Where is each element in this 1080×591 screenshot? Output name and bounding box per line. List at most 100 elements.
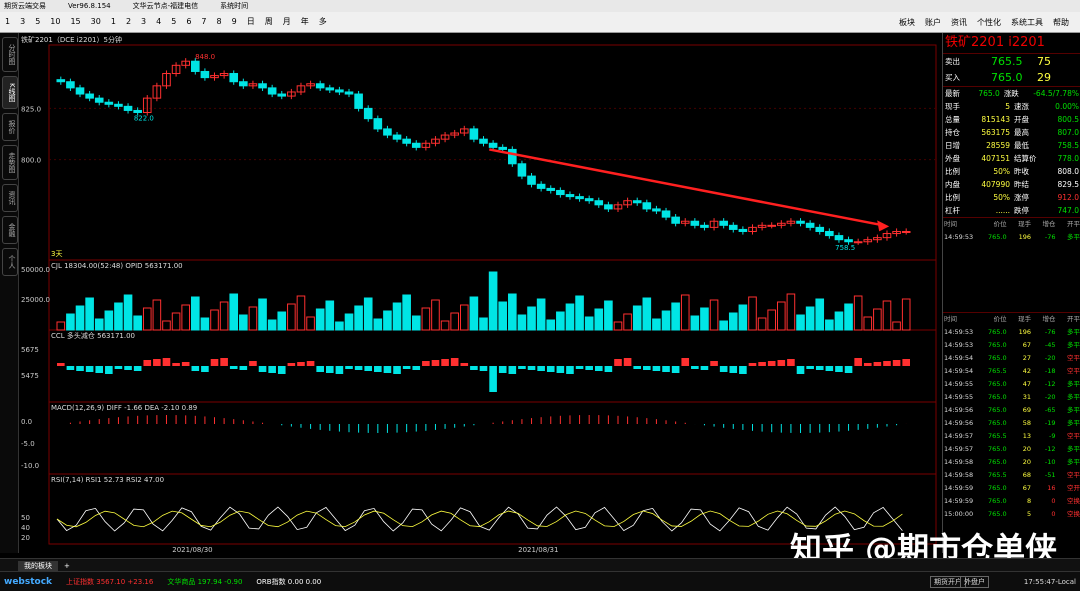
server-label: 文华云节点-福建电信 [133,1,199,11]
stat-row: 日增28559最低758.5 [943,139,1080,152]
ccl-bar [557,366,565,373]
tab-my-board[interactable]: 我的板块 [18,561,58,571]
menu-item-2[interactable]: 资讯 [946,14,972,32]
toolbar-button-6[interactable]: 1 [106,13,121,31]
toolbar-button-13[interactable]: 8 [212,13,227,31]
volume-bar [76,306,84,330]
side-tab-6[interactable]: 个人 [2,248,18,276]
volume-bar [460,305,468,330]
volume-bar [288,304,296,330]
trade-cell: 196 [1008,326,1032,339]
ccl-bar [441,359,449,366]
rsi-tick: 20 [21,534,30,542]
toolbar-button-7[interactable]: 2 [121,13,136,31]
kline-chart[interactable]: 铁矿2201（DCE i2201）5分钟825.0800.0848.0822.0… [19,33,941,553]
toolbar-button-16[interactable]: 周 [260,13,278,31]
volume-bar [153,300,161,330]
toolbar-button-2[interactable]: 5 [30,13,45,31]
ccl-bar [115,366,123,369]
toolbar-button-4[interactable]: 15 [65,13,85,31]
ccl-bar [883,361,891,366]
candle-body [403,139,411,143]
stat-cell: 涨跌 [1002,87,1031,100]
candle-body [835,236,843,240]
volume-bar [316,309,324,330]
trade-cell: 现手 [1008,313,1032,326]
toolbar-button-8[interactable]: 3 [136,13,151,31]
toolbar-button-3[interactable]: 10 [45,13,65,31]
side-tab-0[interactable]: 分时图 [2,37,18,72]
volume-bar [412,316,420,330]
toolbar-button-1[interactable]: 3 [15,13,30,31]
toolbar-button-17[interactable]: 月 [278,13,296,31]
trade-cell: 价位 [983,313,1007,326]
toolbar-button-11[interactable]: 6 [181,13,196,31]
ccl-bar [787,359,795,366]
ccl-bar [643,366,651,370]
candle-body [528,176,536,184]
ask-row[interactable]: 卖出 765.5 75 [943,53,1080,70]
toolbar-button-18[interactable]: 年 [296,13,314,31]
add-tab-button[interactable]: + [58,562,76,570]
stat-cell: 跌停 [1012,204,1047,217]
volume-bar [95,319,103,330]
toolbar-button-9[interactable]: 4 [151,13,166,31]
trade-cell: 多平 [1057,339,1080,352]
foreign-account-button[interactable]: 外盘户 [960,576,989,588]
volume-bar [633,306,641,330]
trade-cell: 开平 [1057,218,1080,231]
candle-body [845,240,853,242]
toolbar-button-10[interactable]: 5 [166,13,181,31]
stat-row: 现手5速涨0.00% [943,100,1080,113]
macd-tick: -10.0 [21,462,39,470]
ccl-bar [499,366,507,373]
bid-row[interactable]: 买入 765.0 29 [943,70,1080,87]
menu-item-0[interactable]: 板块 [894,14,920,32]
volume-bar [826,320,834,330]
chart-area[interactable]: 铁矿2201（DCE i2201）5分钟825.0800.0848.0822.0… [19,33,941,553]
ccl-bar [134,366,142,371]
stat-cell: 总量 [943,113,978,126]
ccl-bar [124,366,132,370]
side-tab-1[interactable]: K线图 [2,76,18,109]
toolbar-button-15[interactable]: 日 [242,13,260,31]
ccl-header: CCL 多头减仓 563171.00 [51,331,135,340]
volume-bar [259,299,267,330]
volume-bar [797,315,805,330]
toolbar-button-5[interactable]: 30 [86,13,106,31]
volume-bar [778,302,786,330]
ccl-bar [758,362,766,366]
trade-cell: 765.0 [983,508,1007,521]
menu-item-1[interactable]: 账户 [920,14,946,32]
volume-bar [364,298,372,330]
toolbar-button-19[interactable]: 多 [314,13,332,31]
trade-row: 14:59:53765.067-45多平 [943,339,1080,352]
menu-item-3[interactable]: 个性化 [972,14,1006,32]
trade-cell: 20 [1008,456,1032,469]
stat-cell: -64.5/7.78% [1031,87,1080,100]
volume-bar [374,319,382,330]
menu-item-5[interactable]: 帮助 [1048,14,1074,32]
toolbar-button-0[interactable]: 1 [0,13,15,31]
ccl-bar [432,360,440,366]
ccl-bar [76,366,84,371]
trade-cell: 20 [1008,443,1032,456]
side-tab-3[interactable]: 走势图 [2,145,18,180]
toolbar-button-12[interactable]: 7 [196,13,211,31]
trade-cell: 765.5 [983,365,1007,378]
stat-cell: 最低 [1012,139,1047,152]
ccl-bar [902,359,910,366]
side-tab-4[interactable]: 资讯 [2,184,18,212]
trade-cell: 14:59:57 [943,430,983,443]
toolbar-button-14[interactable]: 9 [227,13,242,31]
side-tab-5[interactable]: 金融 [2,216,18,244]
side-tab-2[interactable]: 报价 [2,113,18,141]
ccl-bar [489,366,497,392]
menu-item-4[interactable]: 系统工具 [1006,14,1048,32]
trade-cell: 765.0 [983,482,1007,495]
volume-bar [201,318,209,330]
candle-body [826,231,834,235]
webstock-logo: webstock [4,577,52,587]
candle-body [470,129,478,139]
stat-cell: 结算价 [1012,152,1047,165]
